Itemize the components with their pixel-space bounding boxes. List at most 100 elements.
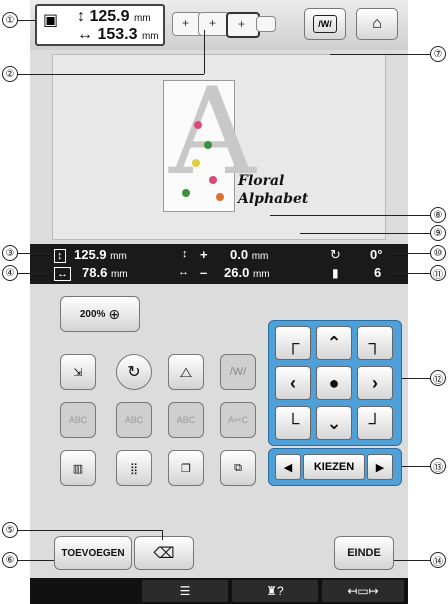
density-button[interactable]: /W/ bbox=[220, 354, 256, 390]
callout-3: ③ bbox=[2, 245, 18, 261]
info-width-value: 78.6 bbox=[82, 265, 108, 280]
callout-line bbox=[392, 273, 430, 274]
callout-line bbox=[18, 273, 54, 274]
callout-2: ② bbox=[2, 66, 18, 82]
corner-down-left-icon: └ bbox=[286, 412, 300, 433]
duplicate-button[interactable]: ❐ bbox=[168, 450, 204, 486]
flower-icon-3 bbox=[209, 176, 217, 184]
resize-button[interactable]: ⇲ bbox=[60, 354, 96, 390]
rotation-icon: ↻ bbox=[330, 247, 341, 262]
size-unit-2: mm bbox=[141, 31, 159, 42]
horizontal-offset-icon: ↔ bbox=[178, 266, 189, 278]
callout-5: ⑤ bbox=[2, 522, 18, 538]
bottom-bar: ☰ ♜? ↤▭↦ bbox=[30, 578, 408, 604]
rotate-icon: ↻ bbox=[127, 364, 141, 381]
center-dot-icon: ● bbox=[328, 372, 340, 393]
zoom-button[interactable]: 200% ⊕ bbox=[60, 296, 140, 332]
flower-icon-4 bbox=[216, 193, 224, 201]
density-icon: /W/ bbox=[229, 366, 247, 378]
info-offset-h: 26.0 mm bbox=[224, 265, 270, 280]
move-down-right-button[interactable]: ┘ bbox=[357, 406, 393, 440]
select-previous-button[interactable]: ◀ bbox=[275, 454, 301, 480]
callout-14: ⑭ bbox=[430, 552, 446, 568]
info-height-value: 125.9 bbox=[74, 247, 107, 262]
thread-color-icon: ▮ bbox=[332, 266, 339, 280]
duplicate-icon: ❐ bbox=[181, 462, 191, 475]
frame-xl-icon bbox=[256, 16, 276, 32]
pattern-preview: A bbox=[163, 73, 256, 212]
callout-line bbox=[162, 530, 163, 540]
callout-7: ⑦ bbox=[430, 46, 446, 62]
home-button[interactable]: ⌂ bbox=[356, 8, 398, 40]
info-offset-v: 0.0 mm bbox=[230, 247, 268, 262]
size-unit: mm bbox=[133, 13, 151, 24]
select-next-button[interactable]: ▶ bbox=[367, 454, 393, 480]
help-button[interactable]: ♜? bbox=[232, 580, 318, 602]
move-down-left-button[interactable]: └ bbox=[275, 406, 311, 440]
delete-button[interactable]: ⌫ bbox=[134, 536, 194, 570]
thread-palette-button[interactable]: ▥ bbox=[60, 450, 96, 486]
array-icon: ⣿ bbox=[129, 462, 139, 475]
thread-palette-icon: ▥ bbox=[72, 462, 84, 475]
arc-text-button[interactable]: ABC bbox=[116, 402, 152, 438]
zoom-label: 200% bbox=[79, 308, 106, 320]
multi-color-icon: ABC bbox=[68, 415, 88, 425]
add-button[interactable]: TOEVOEGEN bbox=[54, 536, 132, 570]
move-up-left-button[interactable]: ┌ bbox=[275, 326, 311, 360]
callout-line bbox=[402, 466, 430, 467]
info-unit-2: mm bbox=[110, 269, 128, 280]
callout-line bbox=[330, 54, 430, 55]
array-button[interactable]: ⣿ bbox=[116, 450, 152, 486]
move-up-button[interactable]: ⌃ bbox=[316, 326, 352, 360]
callout-12: ⑫ bbox=[430, 370, 446, 386]
char-spacing-button[interactable]: ABC bbox=[168, 402, 204, 438]
callout-line bbox=[18, 560, 54, 561]
callout-line bbox=[392, 253, 430, 254]
select-bar: ◀ KIEZEN ▶ bbox=[268, 448, 402, 486]
info-unit-3: mm bbox=[251, 251, 269, 262]
pattern-text-line2: Alphabet bbox=[238, 191, 309, 207]
vertical-offset-icon: ↕ bbox=[182, 248, 188, 260]
char-cut-button[interactable]: A✂C bbox=[220, 402, 256, 438]
arc-text-icon: ABC bbox=[124, 415, 144, 425]
move-left-button[interactable]: ‹ bbox=[275, 366, 311, 400]
mirror-button[interactable]: ⧍ bbox=[168, 354, 204, 390]
thread-list-button[interactable]: ☰ bbox=[142, 580, 228, 602]
pattern-size-display: ▣ ↕ 125.9 mm ↔ 153.3 mm bbox=[35, 4, 165, 46]
resize-icon: ⇲ bbox=[73, 366, 83, 379]
info-width: 78.6 mm bbox=[82, 265, 128, 280]
frame-large-icon: + bbox=[226, 12, 260, 38]
move-up-right-button[interactable]: ┐ bbox=[357, 326, 393, 360]
flower-icon bbox=[194, 121, 202, 129]
rotate-button[interactable]: ↻ bbox=[116, 354, 152, 390]
chevron-right-icon: › bbox=[372, 372, 378, 393]
callout-line bbox=[18, 530, 162, 531]
stitch-view-icon: /W/ bbox=[313, 15, 337, 33]
stitch-view-button[interactable]: /W/ bbox=[304, 8, 346, 40]
select-label: KIEZEN bbox=[303, 454, 365, 480]
offset-minus-sign: – bbox=[200, 265, 208, 280]
callout-8: ⑧ bbox=[430, 207, 446, 223]
move-right-button[interactable]: › bbox=[357, 366, 393, 400]
callout-line bbox=[300, 233, 430, 234]
pattern-text-line1: Floral bbox=[238, 173, 285, 189]
info-unit-1: mm bbox=[110, 251, 127, 262]
border-button[interactable]: ⧉ bbox=[220, 450, 256, 486]
height-icon: ↕ bbox=[54, 249, 66, 263]
move-down-button[interactable]: ⌄ bbox=[316, 406, 352, 440]
frame-move-button[interactable]: ↤▭↦ bbox=[322, 580, 404, 602]
center-button[interactable]: ● bbox=[316, 366, 352, 400]
embroidery-frame-indicator: + + + bbox=[172, 12, 282, 40]
end-button[interactable]: EINDE bbox=[334, 536, 394, 570]
list-icon: ☰ bbox=[179, 584, 191, 598]
corner-up-right-icon: ┐ bbox=[368, 332, 382, 353]
leaf-icon-2 bbox=[182, 189, 190, 197]
corner-up-left-icon: ┌ bbox=[286, 332, 300, 353]
callout-13: ⑬ bbox=[430, 458, 446, 474]
callout-6: ⑥ bbox=[2, 552, 18, 568]
chevron-left-icon: ‹ bbox=[290, 372, 296, 393]
offset-plus-sign: + bbox=[200, 247, 208, 262]
multi-color-button[interactable]: ABC bbox=[60, 402, 96, 438]
info-unit-4: mm bbox=[252, 269, 270, 280]
corner-down-right-icon: ┘ bbox=[368, 412, 382, 433]
